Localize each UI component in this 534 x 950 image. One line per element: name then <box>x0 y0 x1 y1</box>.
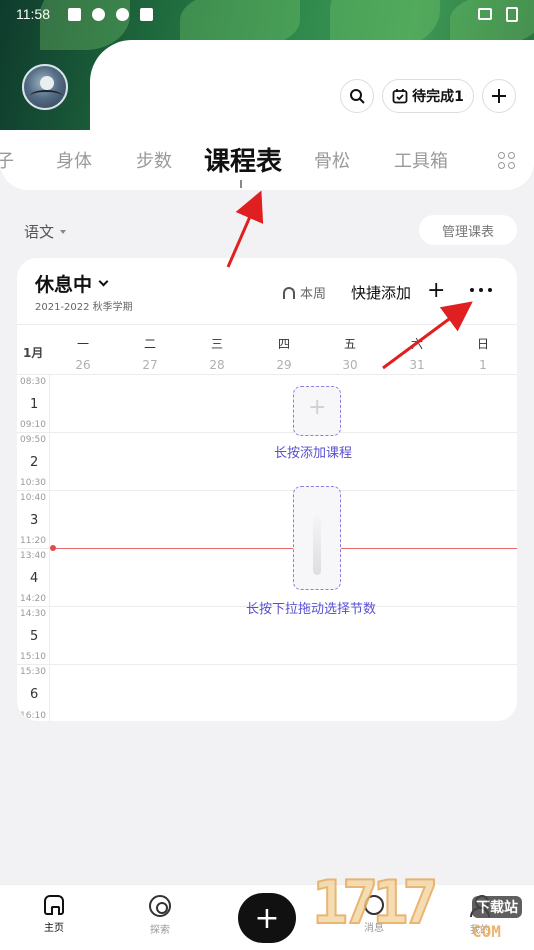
add-course-button[interactable]: + <box>427 280 445 302</box>
subject-dropdown[interactable]: 语文 <box>24 221 67 242</box>
manage-schedule-button[interactable]: 管理课表 <box>419 215 517 245</box>
create-fab-button[interactable]: + <box>238 893 296 943</box>
tab-child[interactable]: 子 <box>0 147 14 173</box>
nav-explore-label: 探索 <box>150 925 170 936</box>
day-column-header: 四 29 <box>276 337 292 372</box>
add-button[interactable] <box>482 79 516 113</box>
day-column-header: 二 27 <box>142 337 158 372</box>
search-button[interactable] <box>340 79 374 113</box>
nav-messages[interactable]: 消息 <box>354 895 394 934</box>
avatar-area <box>0 40 90 130</box>
nav-explore[interactable]: 探索 <box>140 895 180 936</box>
calendar-check-icon <box>392 89 408 104</box>
quick-add-button[interactable]: 快捷添加 <box>351 282 411 303</box>
message-icon <box>364 895 384 915</box>
status-time: 11:58 <box>16 6 50 22</box>
subject-label: 语文 <box>24 223 55 241</box>
home-icon <box>44 895 64 915</box>
app-icon <box>116 8 129 21</box>
current-time-dot <box>50 545 56 551</box>
notification-icon <box>68 8 81 21</box>
timetable-card: 休息中 2021-2022 秋季学期 本周 快捷添加 + 1月 一 26 二 27 … <box>17 258 517 721</box>
day-column-header: 三 28 <box>209 337 225 372</box>
day-header-row: 1月 一 26 二 27 三 28 四 29 五 30 六 31 日1 <box>17 324 517 375</box>
moon-icon <box>40 76 54 90</box>
arrow-to-schedule-tab <box>226 190 264 268</box>
tab-body[interactable]: 身体 <box>56 147 92 173</box>
app-icon <box>140 8 153 21</box>
app-icon <box>92 8 105 21</box>
signal-icon <box>478 8 492 20</box>
day-column-header: 日1 <box>476 337 489 372</box>
semester-label: 2021-2022 秋季学期 <box>35 302 133 313</box>
caret-down-icon <box>60 229 67 234</box>
period-row[interactable]: 10:40 3 11:20 <box>17 491 517 549</box>
week-toggle[interactable]: 本周 <box>283 283 326 302</box>
grid-icon[interactable] <box>498 152 516 170</box>
drag-select-placeholder[interactable] <box>293 486 341 590</box>
battery-icon <box>506 7 518 22</box>
more-dot <box>479 288 483 292</box>
avatar[interactable] <box>22 64 68 110</box>
tab-indicator <box>240 180 242 188</box>
day-column-header: 五 30 <box>342 337 358 372</box>
period-row[interactable]: 08:30 1 09:10 <box>17 375 517 433</box>
week-label: 本周 <box>300 287 327 302</box>
current-time-line <box>50 548 517 549</box>
add-course-placeholder[interactable]: + <box>293 386 341 436</box>
tab-bone[interactable]: 骨松 <box>314 147 350 173</box>
status-indicators <box>478 6 518 22</box>
schedule-title-dropdown[interactable]: 休息中 <box>35 270 109 297</box>
nav-home[interactable]: 主页 <box>34 895 74 934</box>
tab-toolbox[interactable]: 工具箱 <box>394 147 448 173</box>
day-column-header: 六 31 <box>409 337 425 372</box>
plus-icon <box>492 89 506 103</box>
plus-icon: + <box>308 395 327 420</box>
status-bar: 11:58 <box>0 0 534 30</box>
day-column-header: 一 26 <box>75 337 91 372</box>
nav-home-label: 主页 <box>44 923 64 934</box>
schedule-title: 休息中 <box>35 274 93 296</box>
refresh-icon <box>283 286 295 299</box>
bottom-nav: 主页 探索 + 消息 我的 <box>0 884 534 950</box>
period-row[interactable]: 09:50 2 10:30 <box>17 433 517 491</box>
tab-steps[interactable]: 步数 <box>136 147 172 173</box>
month-label: 1月 <box>23 346 44 360</box>
profile-icon <box>470 895 490 917</box>
category-tabs: 子 身体 步数 课程表 骨松 工具箱 <box>0 130 534 190</box>
drag-handle[interactable] <box>313 515 321 575</box>
more-dot <box>488 288 492 292</box>
more-dot <box>470 288 474 292</box>
more-button[interactable] <box>470 288 492 292</box>
tree-icon <box>30 90 62 102</box>
nav-messages-label: 消息 <box>364 923 384 934</box>
todo-label: 待完成1 <box>412 89 464 105</box>
explore-icon <box>149 895 171 917</box>
nav-profile[interactable]: 我的 <box>460 895 500 936</box>
chevron-down-icon <box>98 276 109 287</box>
todo-button[interactable]: 待完成1 <box>382 79 474 113</box>
period-row[interactable]: 15:30 6 16:10 <box>17 665 517 721</box>
nav-profile-label: 我的 <box>470 925 490 936</box>
search-icon <box>350 89 365 104</box>
hint-drag-text: 长按下拉拖动选择节数 <box>246 602 377 617</box>
hint-add-text: 长按添加课程 <box>274 446 353 461</box>
tab-schedule[interactable]: 课程表 <box>204 141 282 178</box>
